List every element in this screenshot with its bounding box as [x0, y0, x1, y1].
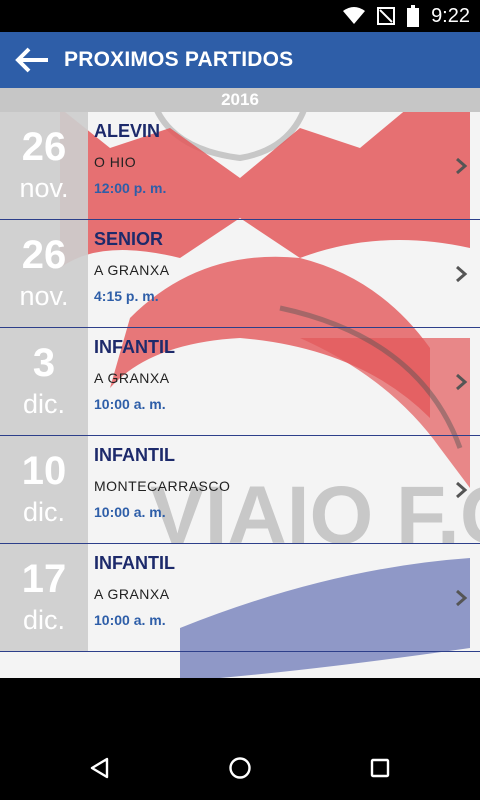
- match-day: 17: [21, 557, 67, 601]
- date-box: 17 dic.: [0, 544, 88, 651]
- match-venue: A GRANXA: [94, 586, 170, 602]
- match-list-screen[interactable]: VIAIO F.C. 2016 26 nov. ALEVIN O HIO 12:…: [0, 88, 480, 678]
- match-time: 4:15 p. m.: [94, 288, 159, 304]
- home-circle-icon[interactable]: [228, 756, 252, 780]
- match-row[interactable]: 10 dic. INFANTIL MONTECARRASCO 10:00 a. …: [0, 436, 480, 544]
- match-venue: A GRANXA: [94, 370, 170, 386]
- year-header: 2016: [0, 88, 480, 112]
- nav-recents-button[interactable]: [356, 752, 404, 784]
- date-box: 26 nov.: [0, 220, 88, 327]
- match-row[interactable]: 17 dic. INFANTIL A GRANXA 10:00 a. m.: [0, 544, 480, 652]
- match-venue: A GRANXA: [94, 262, 170, 278]
- date-box: 10 dic.: [0, 436, 88, 543]
- match-category: INFANTIL: [94, 553, 175, 573]
- match-category: ALEVIN: [94, 121, 161, 141]
- arrow-left-icon[interactable]: [15, 47, 49, 73]
- match-time: 12:00 p. m.: [94, 180, 167, 196]
- wifi-icon: [343, 7, 366, 24]
- match-day: 10: [21, 449, 67, 493]
- match-month: nov.: [19, 173, 69, 203]
- date-box: 26 nov.: [0, 112, 88, 219]
- match-month: dic.: [22, 605, 66, 635]
- match-category: SENIOR: [94, 229, 164, 249]
- chevron-right-icon[interactable]: [452, 480, 470, 500]
- match-venue: MONTECARRASCO: [94, 478, 231, 494]
- recents-square-icon[interactable]: [368, 756, 392, 780]
- match-day: 3: [32, 341, 56, 385]
- match-month: dic.: [22, 497, 66, 527]
- match-day: 26: [21, 125, 67, 169]
- match-time: 10:00 a. m.: [94, 504, 166, 520]
- match-category: INFANTIL: [94, 337, 175, 357]
- chevron-right-icon[interactable]: [452, 372, 470, 392]
- status-icons: 9:22: [343, 0, 470, 32]
- date-box: 3 dic.: [0, 328, 88, 435]
- back-button[interactable]: [4, 32, 60, 88]
- status-time: 9:22: [431, 4, 470, 27]
- nav-back-button[interactable]: [76, 752, 124, 784]
- match-list: 26 nov. ALEVIN O HIO 12:00 p. m. 26 nov.…: [0, 112, 480, 652]
- chevron-right-icon[interactable]: [452, 264, 470, 284]
- page-title: PROXIMOS PARTIDOS: [64, 48, 294, 71]
- nav-home-button[interactable]: [216, 752, 264, 784]
- match-category: INFANTIL: [94, 445, 175, 465]
- match-month: nov.: [19, 281, 69, 311]
- match-month: dic.: [22, 389, 66, 419]
- match-time: 10:00 a. m.: [94, 396, 166, 412]
- battery-icon: [407, 5, 420, 27]
- status-bar: 9:22: [0, 0, 480, 32]
- back-triangle-icon[interactable]: [88, 756, 112, 780]
- match-row[interactable]: 26 nov. SENIOR A GRANXA 4:15 p. m.: [0, 220, 480, 328]
- chevron-right-icon[interactable]: [452, 588, 470, 608]
- match-row[interactable]: 3 dic. INFANTIL A GRANXA 10:00 a. m.: [0, 328, 480, 436]
- match-venue: O HIO: [94, 154, 137, 170]
- match-day: 26: [21, 233, 67, 277]
- app-bar: PROXIMOS PARTIDOS: [0, 32, 480, 88]
- signal-no-data-icon: [377, 7, 396, 25]
- navigation-bar: [0, 736, 480, 800]
- match-row[interactable]: 26 nov. ALEVIN O HIO 12:00 p. m.: [0, 112, 480, 220]
- chevron-right-icon[interactable]: [452, 156, 470, 176]
- match-time: 10:00 a. m.: [94, 612, 166, 628]
